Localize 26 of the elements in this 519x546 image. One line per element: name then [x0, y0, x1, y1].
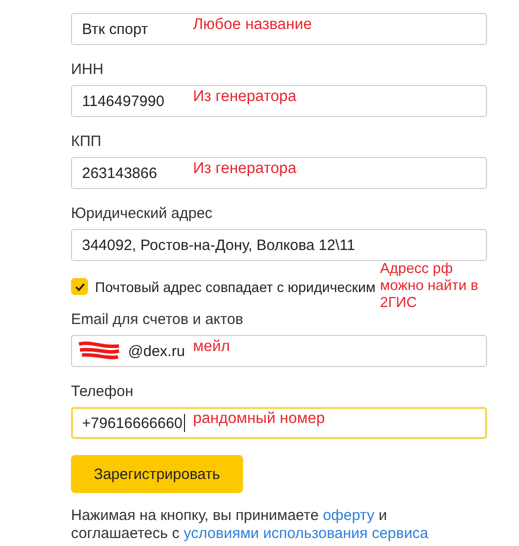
- field-value: 263143866: [82, 164, 158, 182]
- annotation-note: Из генератора: [193, 160, 296, 177]
- field-label: Телефон: [71, 383, 134, 401]
- checkmark-icon: [74, 282, 84, 290]
- text-caret: [184, 414, 185, 432]
- annotation-note: Из генератора: [193, 88, 296, 105]
- field-label: Email для счетов и актов: [71, 311, 244, 329]
- annotation-note: Любое название: [193, 16, 312, 33]
- offer-link[interactable]: оферту: [322, 507, 374, 524]
- annotation-note: рандомный номер: [193, 410, 325, 427]
- terms-text: Нажимая на кнопку, вы принимаете оферту и соглашаетесь с условиями использования сервиса: [71, 507, 430, 543]
- field-label: КПП: [71, 133, 102, 151]
- register-button[interactable]: Зарегистрировать: [71, 455, 243, 493]
- field-value: 344092, Ростов-на-Дону, Волкова 12\11: [82, 236, 356, 254]
- annotation-note: Адресс рф можно найти в 2ГИС: [380, 261, 480, 312]
- field-value: @dex.ru: [128, 342, 185, 360]
- checkbox-label: Почтовый адрес совпадает с юридическим: [95, 278, 376, 294]
- field-value: 1146497990: [82, 92, 164, 110]
- field-label: Юридический адрес: [71, 205, 214, 223]
- terms-link[interactable]: условиями использования сервиса: [184, 525, 428, 542]
- input-field[interactable]: 344092, Ростов-на-Дону, Волкова 12\11: [71, 229, 487, 261]
- checkbox[interactable]: [71, 278, 88, 295]
- field-label: ИНН: [71, 61, 104, 79]
- field-value: Втк спорт: [82, 20, 148, 38]
- field-value: +79616666660: [82, 414, 183, 432]
- annotation-note: мейл: [193, 338, 230, 355]
